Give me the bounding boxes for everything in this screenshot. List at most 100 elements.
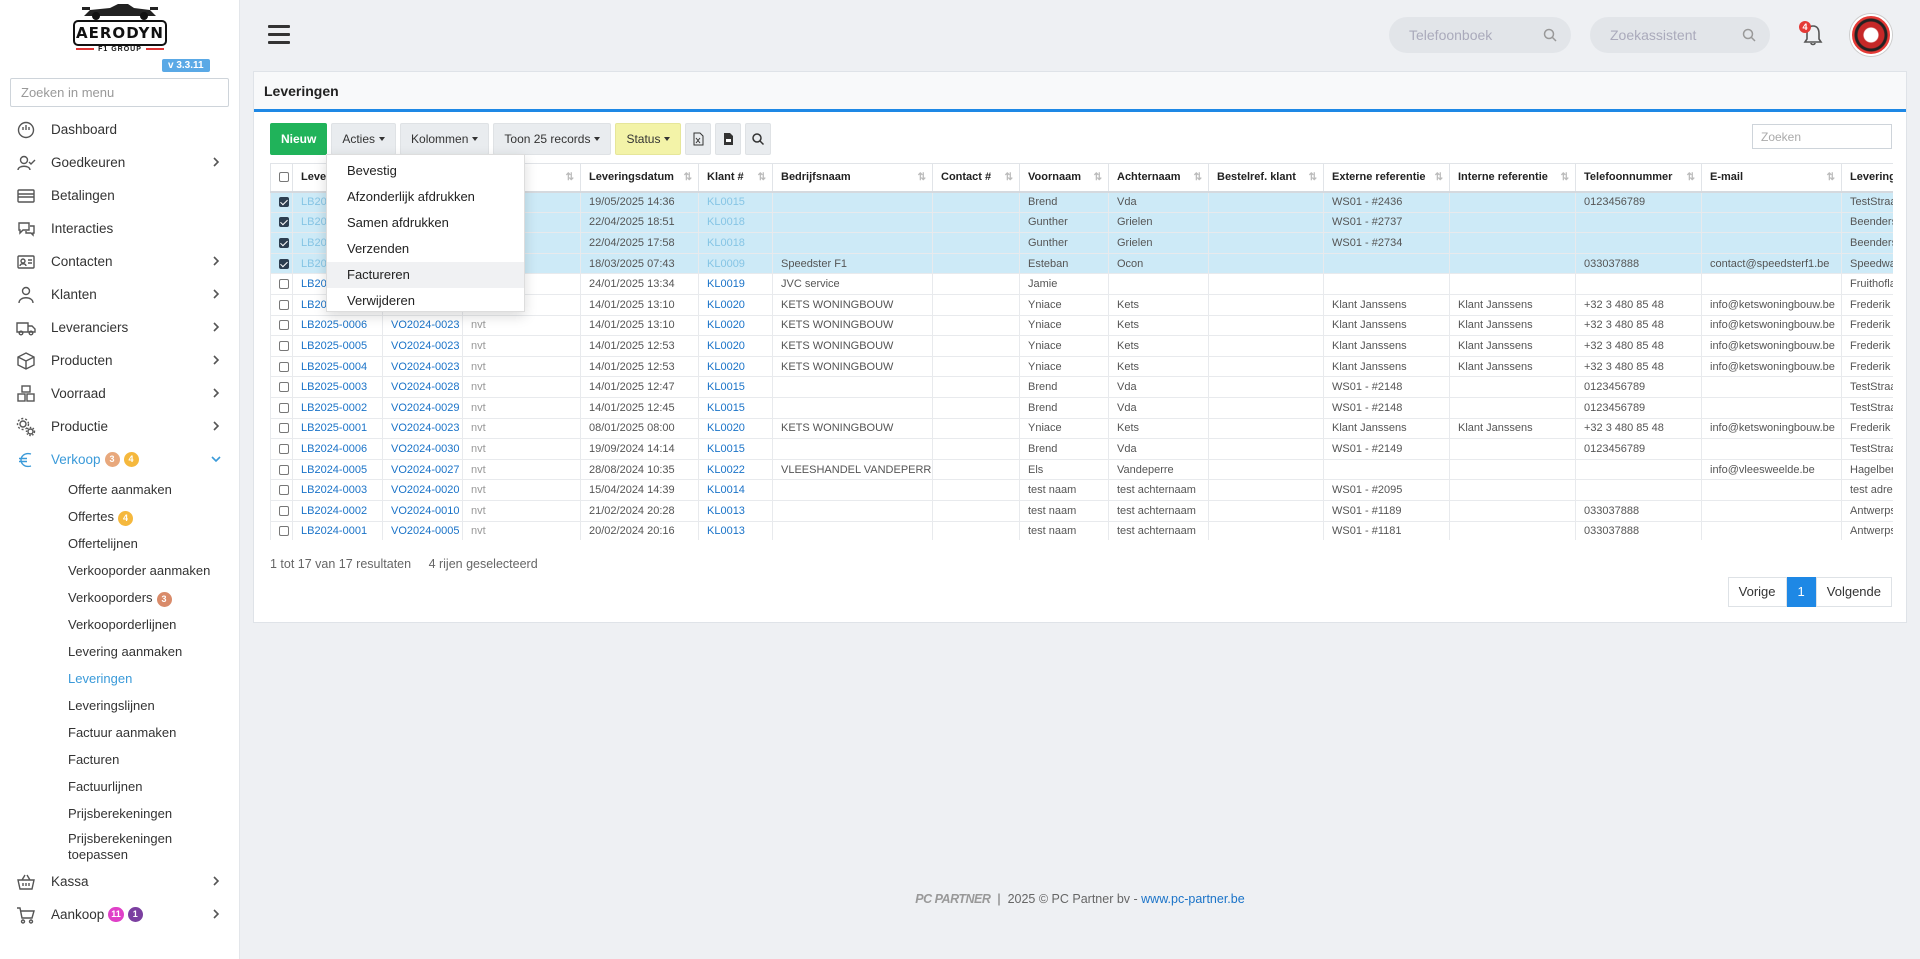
table-cell-vo[interactable]: VO2024-0030	[382, 438, 463, 460]
actions-dropdown-button[interactable]: Acties	[331, 123, 397, 155]
row-checkbox-cell[interactable]	[270, 438, 293, 460]
cell-link[interactable]: LB2024-0003	[301, 484, 367, 496]
cell-link[interactable]: LB2024-0005	[301, 464, 367, 476]
table-cell-klant[interactable]: KL0020	[698, 417, 773, 440]
column-header[interactable]: Bedrijfsnaam ⇅	[772, 163, 933, 193]
table-cell-lev[interactable]: LB2024-0001	[292, 520, 383, 540]
cell-link[interactable]: KL0020	[707, 361, 745, 373]
table-cell-vo[interactable]: VO2024-0005	[382, 520, 463, 540]
sidebar-subitem-levering-aanmaken[interactable]: Levering aanmaken	[68, 638, 240, 665]
sidebar-item-kassa[interactable]: Kassa	[0, 865, 240, 898]
table-cell-lev[interactable]: LB2025-0002	[292, 396, 383, 419]
cell-link[interactable]: LB20	[301, 196, 327, 208]
row-checkbox[interactable]	[279, 402, 289, 413]
table-cell-vo[interactable]: VO2024-0023	[382, 355, 463, 378]
table-cell-lev[interactable]: LB2024-0005	[292, 458, 383, 481]
table-cell-lev[interactable]: LB2025-0003	[292, 376, 383, 398]
row-checkbox[interactable]	[279, 320, 289, 331]
cell-link[interactable]: KL0018	[707, 216, 745, 228]
cell-link[interactable]: LB2024-0006	[301, 443, 367, 455]
table-cell-lev[interactable]: LB2025-0001	[292, 417, 383, 440]
table-cell-lev[interactable]: LB2024-0002	[292, 499, 383, 522]
row-checkbox-cell[interactable]	[270, 314, 293, 337]
cell-link[interactable]: KL0013	[707, 505, 745, 517]
cell-link[interactable]: LB20	[301, 237, 327, 249]
table-cell-klant[interactable]: KL0022	[698, 458, 773, 481]
menu-item-samen-afdrukken[interactable]: Samen afdrukken	[327, 210, 524, 236]
table-cell-lev[interactable]: LB2025-0006	[292, 314, 383, 337]
sidebar-subitem-leveringen[interactable]: Leveringen	[68, 665, 240, 692]
sidebar-subitem-leveringslijnen[interactable]: Leveringslijnen	[68, 692, 240, 719]
cell-link[interactable]: KL0020	[707, 340, 745, 352]
previous-page-button[interactable]: Vorige	[1727, 577, 1787, 607]
row-checkbox-cell[interactable]	[270, 458, 293, 481]
cell-link[interactable]: VO2024-0030	[391, 443, 460, 455]
table-cell-vo[interactable]: VO2024-0028	[382, 376, 463, 398]
row-checkbox-cell[interactable]	[270, 396, 293, 419]
table-row[interactable]: LB2025-0005 VO2024-0023 nvt 14/01/2025 12:5…	[270, 335, 1893, 357]
row-checkbox[interactable]	[279, 258, 289, 269]
cell-link[interactable]: KL0009	[707, 258, 745, 270]
cell-link[interactable]: VO2024-0023	[391, 340, 460, 352]
table-cell-klant[interactable]: KL0020	[698, 293, 773, 316]
row-checkbox-cell[interactable]	[270, 520, 293, 540]
menu-item-bevestig[interactable]: Bevestig	[327, 158, 524, 184]
sidebar-subitem-verkooporderlijnen[interactable]: Verkooporderlijnen	[68, 611, 240, 638]
phonebook-search[interactable]: Telefoonboek	[1389, 17, 1571, 53]
cell-link[interactable]: LB2025-0002	[301, 402, 367, 414]
cell-link[interactable]: VO2024-0020	[391, 484, 460, 496]
sidebar-subitem-facturen[interactable]: Facturen	[68, 746, 240, 773]
sidebar-item-contacten[interactable]: Contacten	[0, 245, 240, 278]
cell-link[interactable]: LB2024-0001	[301, 525, 367, 537]
cell-link[interactable]: VO2024-0005	[391, 525, 460, 537]
row-checkbox[interactable]	[279, 361, 289, 372]
next-page-button[interactable]: Volgende	[1815, 577, 1892, 607]
sidebar-subitem-factuurlijnen[interactable]: Factuurlijnen	[68, 773, 240, 800]
sidebar-item-verkoop[interactable]: Verkoop 3 4	[0, 443, 240, 476]
logo[interactable]: AERODYN F1 GROUP	[70, 0, 170, 56]
row-checkbox-cell[interactable]	[270, 335, 293, 357]
sidebar-subitem-prijsberekeningen[interactable]: Prijsberekeningen	[68, 800, 240, 827]
table-cell-klant[interactable]: KL0013	[698, 520, 773, 540]
sidebar-item-dashboard[interactable]: Dashboard	[0, 113, 240, 146]
row-checkbox-cell[interactable]	[270, 191, 293, 213]
table-row[interactable]: LB2025-0003 VO2024-0028 nvt 14/01/2025 12:4…	[270, 376, 1893, 398]
table-row[interactable]: LB2024-0003 VO2024-0020 nvt 15/04/2024 14:3…	[270, 479, 1893, 501]
cell-link[interactable]: LB2025-0006	[301, 319, 367, 331]
table-row[interactable]: LB2024-0002 VO2024-0010 nvt 21/02/2024 20:2…	[270, 499, 1893, 522]
row-checkbox-cell[interactable]	[270, 273, 293, 295]
columns-dropdown-button[interactable]: Kolommen	[400, 123, 490, 155]
sidebar-subitem-verkooporder-aanmaken[interactable]: Verkooporder aanmaken	[68, 557, 240, 584]
cell-link[interactable]: VO2024-0029	[391, 402, 460, 414]
table-cell-klant[interactable]: KL0015	[698, 191, 773, 213]
row-checkbox-cell[interactable]	[270, 499, 293, 522]
page-1-button[interactable]: 1	[1786, 577, 1816, 607]
table-row[interactable]: LB2024-0005 VO2024-0027 nvt 28/08/2024 10:3…	[270, 458, 1893, 481]
table-row[interactable]: LB2025-0004 VO2024-0023 nvt 14/01/2025 12:5…	[270, 355, 1893, 378]
sidebar-item-goedkeuren[interactable]: Goedkeuren	[0, 146, 240, 179]
cell-link[interactable]: VO2024-0010	[391, 505, 460, 517]
table-cell-klant[interactable]: KL0020	[698, 335, 773, 357]
cell-link[interactable]: VO2024-0023	[391, 361, 460, 373]
footer-link[interactable]: www.pc-partner.be	[1141, 892, 1245, 906]
cell-link[interactable]: KL0015	[707, 381, 745, 393]
status-filter-button[interactable]: Status	[615, 123, 682, 155]
row-checkbox[interactable]	[279, 505, 289, 516]
cell-link[interactable]: VO2024-0023	[391, 422, 460, 434]
table-cell-klant[interactable]: KL0018	[698, 211, 773, 234]
sidebar-subitem-factuur-aanmaken[interactable]: Factuur aanmaken	[68, 719, 240, 746]
column-header[interactable]: E-mail ⇅	[1701, 163, 1842, 193]
row-checkbox[interactable]	[279, 238, 289, 249]
row-checkbox[interactable]	[279, 299, 289, 310]
cell-link[interactable]: LB2025-0004	[301, 361, 367, 373]
sidebar-item-aankoop[interactable]: Aankoop 11 1	[0, 898, 240, 931]
row-checkbox-cell[interactable]	[270, 252, 293, 275]
row-checkbox-cell[interactable]	[270, 417, 293, 440]
cell-link[interactable]: KL0018	[707, 237, 745, 249]
table-cell-vo[interactable]: VO2024-0020	[382, 479, 463, 501]
cell-link[interactable]: KL0014	[707, 484, 745, 496]
row-checkbox-cell[interactable]	[270, 211, 293, 234]
cell-link[interactable]: LB2025-0005	[301, 340, 367, 352]
table-cell-vo[interactable]: VO2024-0023	[382, 314, 463, 337]
menu-item-verwijderen[interactable]: Verwijderen	[327, 288, 524, 314]
